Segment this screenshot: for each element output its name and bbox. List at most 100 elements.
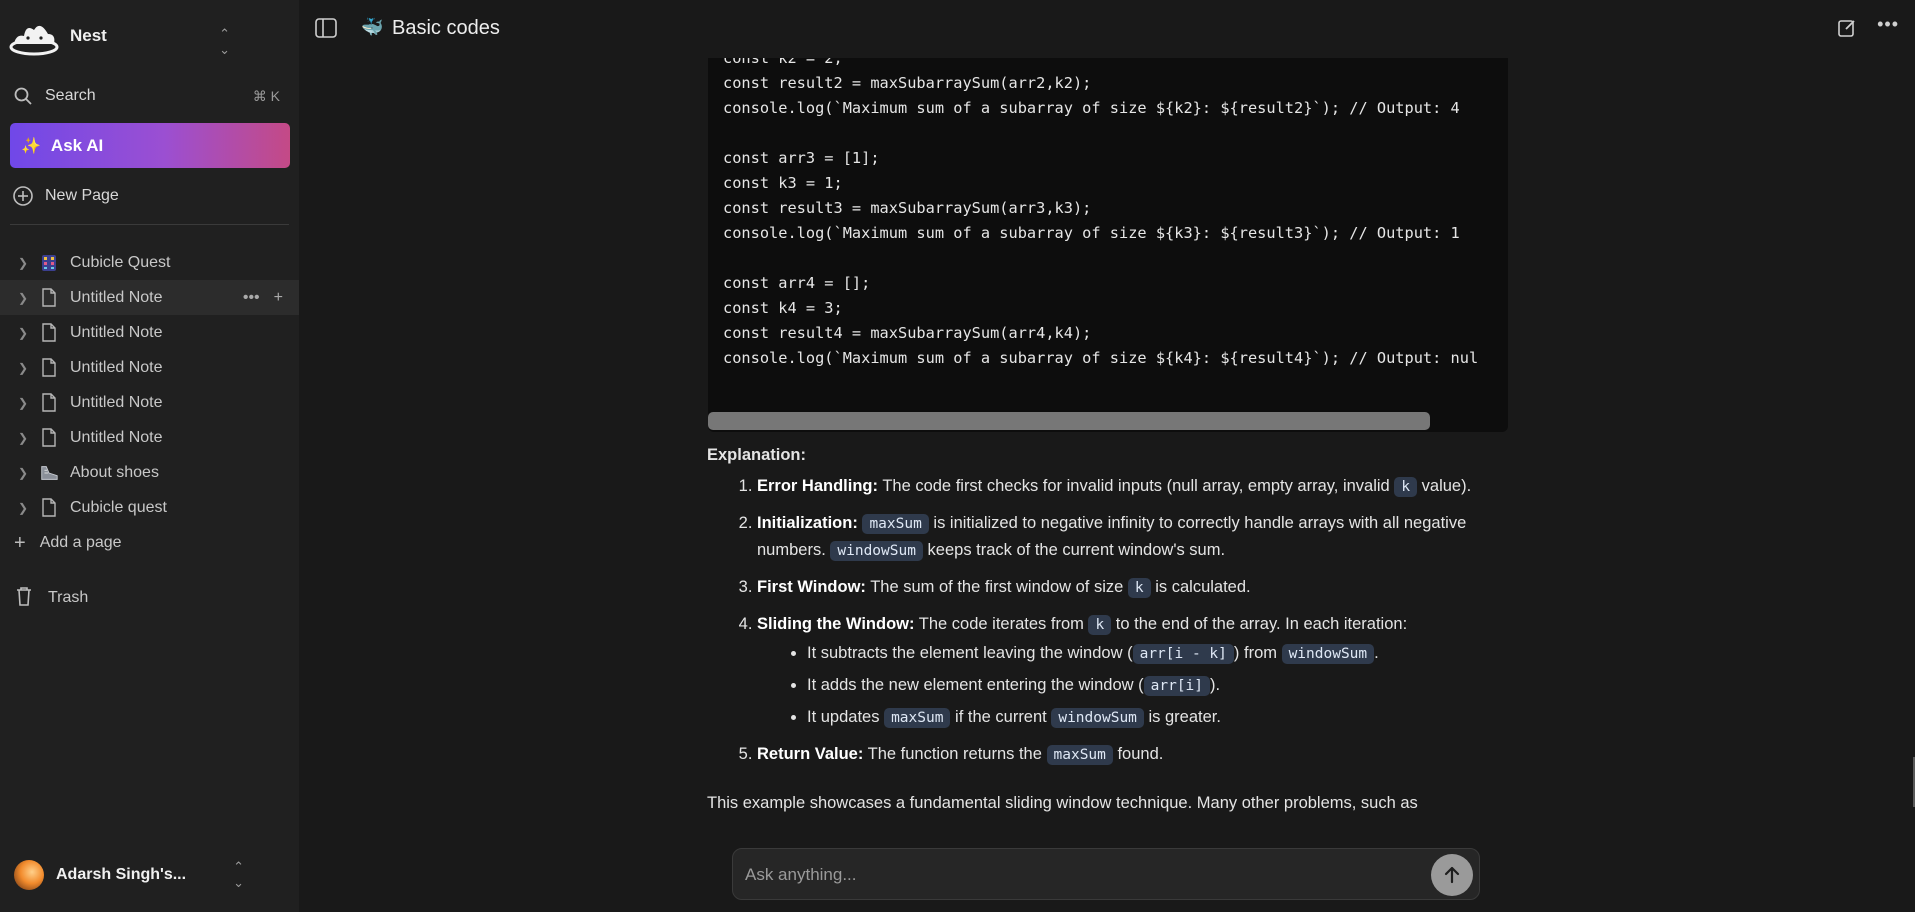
avatar (14, 860, 44, 890)
sidebar-item-page[interactable]: ❯ Untitled Note (0, 350, 299, 385)
arrow-up-icon (1444, 866, 1460, 884)
new-page-button[interactable]: New Page (10, 179, 290, 213)
trash-label: Trash (48, 589, 89, 606)
add-page-button[interactable]: + Add a page (14, 528, 122, 558)
inline-code: k (1088, 615, 1112, 635)
trash-icon (14, 585, 34, 612)
inline-code: windowSum (830, 541, 923, 561)
sidebar-item-label: Untitled Note (70, 393, 163, 411)
explanation-step: Return Value: The function returns the m… (757, 741, 1507, 768)
chevron-right-icon[interactable]: ❯ (18, 291, 30, 305)
edit-icon[interactable] (1837, 18, 1857, 43)
ask-composer (732, 848, 1480, 901)
shoe-emoji-icon (39, 464, 59, 482)
step-title: Return Value: (757, 745, 864, 763)
sidebar-item-page[interactable]: ❯ Untitled Note (0, 420, 299, 455)
ask-ai-label: Ask AI (50, 135, 104, 155)
chevron-right-icon[interactable]: ❯ (18, 396, 30, 410)
top-bar: 🐳 Basic codes ••• (299, 0, 1915, 58)
row-actions: ••• + (243, 289, 283, 307)
chevron-right-icon[interactable]: ❯ (18, 466, 30, 480)
ask-ai-button[interactable]: ✨ Ask AI (10, 123, 290, 168)
chevron-right-icon[interactable]: ❯ (18, 431, 30, 445)
page-emoji-icon: 🐳 (361, 17, 384, 37)
add-page-label: Add a page (39, 534, 122, 551)
sidebar-item-label: Cubicle quest (70, 498, 167, 516)
plus-icon: + (14, 531, 26, 554)
sidebar-item-label: Untitled Note (70, 428, 163, 446)
sidebar-item-page[interactable]: ❯ Untitled Note (0, 385, 299, 420)
more-options-icon[interactable]: ••• (1877, 14, 1899, 35)
chevron-right-icon[interactable]: ❯ (18, 326, 30, 340)
sidebar-item-label: Untitled Note (70, 358, 163, 376)
chevron-updown-icon[interactable]: ⌃ ⌄ (219, 26, 230, 58)
search-button[interactable]: Search ⌘ K (10, 79, 290, 113)
sidebar-item-label: About shoes (70, 463, 159, 481)
bullet-item: It subtracts the element leaving the win… (807, 640, 1507, 667)
workspace-name: Nest (70, 26, 107, 45)
workspace-switcher[interactable]: Nest ⌃ ⌄ (8, 14, 288, 58)
sidebar-item-label: Untitled Note (70, 288, 163, 306)
step-title: Sliding the Window: (757, 615, 915, 633)
trash-button[interactable]: Trash (14, 582, 88, 614)
sidebar-item-label: Untitled Note (70, 323, 163, 341)
inline-code: arr[i] (1143, 676, 1211, 696)
step-title: Error Handling: (757, 477, 879, 495)
trailing-paragraph: This example showcases a fundamental sli… (707, 794, 1418, 812)
explanation-section: Explanation: Error Handling: The code fi… (707, 446, 1507, 778)
search-shortcut: ⌘ K (252, 87, 280, 104)
page-icon (39, 428, 59, 447)
step-title: Initialization: (757, 514, 858, 532)
inline-code: k (1127, 578, 1151, 598)
sidebar-toggle-icon[interactable] (315, 18, 337, 43)
explanation-heading: Explanation: (707, 446, 807, 464)
plus-circle-icon (10, 185, 36, 207)
inline-code: maxSum (1046, 745, 1113, 765)
sidebar: Nest ⌃ ⌄ Search ⌘ K ✨ Ask AI New Page ❯ Cu… (0, 0, 299, 912)
chevron-right-icon[interactable]: ❯ (18, 256, 30, 270)
explanation-steps: Error Handling: The code first checks fo… (707, 473, 1507, 768)
chevron-right-icon[interactable]: ❯ (18, 361, 30, 375)
sidebar-divider (10, 224, 289, 225)
page-icon (39, 393, 59, 412)
search-icon (10, 86, 36, 106)
new-page-label: New Page (45, 187, 119, 204)
page-icon (39, 323, 59, 342)
search-label: Search (45, 87, 96, 104)
chevron-right-icon[interactable]: ❯ (18, 501, 30, 515)
page-title: Basic codes (392, 17, 500, 39)
page-icon (39, 358, 59, 377)
horizontal-scrollbar[interactable] (708, 412, 1430, 430)
page-icon (39, 288, 59, 307)
code-block: const k2 = 2; const result2 = maxSubarra… (708, 58, 1508, 432)
send-button[interactable] (1431, 854, 1473, 896)
user-switcher[interactable]: Adarsh Singh's... ⌃ ⌄ (14, 858, 284, 892)
bullet-item: It adds the new element entering the win… (807, 672, 1507, 699)
sidebar-item-page[interactable]: ❯ About shoes (0, 455, 299, 490)
page-icon (39, 498, 59, 517)
grid-emoji-icon (39, 254, 59, 272)
inline-code: windowSum (1051, 708, 1144, 728)
sidebar-item-page[interactable]: ❯ Untitled Note ••• + (0, 280, 299, 315)
explanation-step: Sliding the Window: The code iterates fr… (757, 611, 1507, 731)
step-title: First Window: (757, 578, 866, 596)
more-options-icon[interactable]: ••• (243, 289, 260, 307)
explanation-step: Error Handling: The code first checks fo… (757, 473, 1507, 500)
sidebar-item-page[interactable]: ❯ Cubicle quest (0, 490, 299, 525)
step-bullets: It subtracts the element leaving the win… (757, 640, 1507, 731)
user-name: Adarsh Singh's... (56, 866, 187, 883)
inline-code: maxSum (884, 708, 951, 728)
code-content: const k2 = 2; const result2 = maxSubarra… (723, 58, 1479, 367)
sidebar-item-label: Cubicle Quest (70, 253, 171, 271)
explanation-step: Initialization: maxSum is initialized to… (757, 510, 1507, 564)
inline-code: k (1394, 477, 1418, 497)
explanation-step: First Window: The sum of the first windo… (757, 574, 1507, 601)
ask-input[interactable] (743, 849, 1397, 901)
chevron-updown-icon: ⌃ ⌄ (233, 859, 244, 890)
sidebar-item-page[interactable]: ❯ Untitled Note (0, 315, 299, 350)
nest-logo-icon (9, 25, 59, 56)
add-subpage-icon[interactable]: + (274, 289, 283, 307)
inline-code: maxSum (862, 514, 929, 534)
inline-code: windowSum (1281, 644, 1375, 664)
sidebar-item-page[interactable]: ❯ Cubicle Quest (0, 245, 299, 280)
